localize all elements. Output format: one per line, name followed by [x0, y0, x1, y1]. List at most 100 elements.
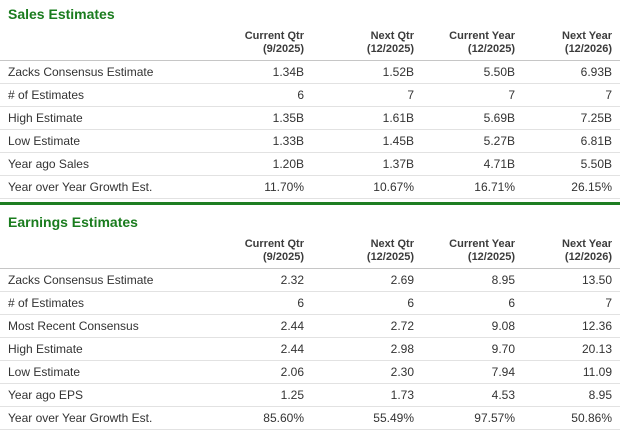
- cell-value: 12.36: [523, 314, 620, 338]
- table-row: Most Recent Consensus 2.44 2.72 9.08 12.36: [0, 314, 620, 338]
- cell-value: 7: [523, 291, 620, 315]
- cell-value: 8.95: [523, 383, 620, 407]
- row-label: High Estimate: [0, 106, 240, 130]
- cell-value: 1.45B: [312, 129, 422, 153]
- cell-value: 16.71%: [422, 175, 523, 199]
- cell-value: 5.27B: [422, 129, 523, 153]
- table-row: Year ago EPS 1.25 1.73 4.53 8.95: [0, 383, 620, 407]
- cell-value: 2.06: [240, 360, 312, 384]
- cell-value: 1.37B: [312, 152, 422, 176]
- earnings-estimates-table: Current Qtr (9/2025) Next Qtr (12/2025) Curr…: [0, 230, 620, 430]
- cell-value: 9.08: [422, 314, 523, 338]
- column-header-label: Current Qtr: [244, 30, 304, 42]
- row-label: High Estimate: [0, 337, 240, 361]
- cell-value: 6: [422, 291, 523, 315]
- column-header-label: Current Qtr: [244, 238, 304, 250]
- cell-value: 7.94: [422, 360, 523, 384]
- column-header-period: (12/2025): [366, 251, 414, 263]
- estimates-page: Sales Estimates Current Qtr (9/2025) Next …: [0, 6, 620, 430]
- column-header-label: Next Year: [562, 238, 612, 250]
- row-label: Zacks Consensus Estimate: [0, 60, 240, 84]
- row-label: Zacks Consensus Estimate: [0, 268, 240, 292]
- column-header: Current Qtr (9/2025): [240, 230, 312, 269]
- cell-value: 7: [523, 83, 620, 107]
- column-header-period: (12/2025): [467, 43, 515, 55]
- table-row: Low Estimate 2.06 2.30 7.94 11.09: [0, 360, 620, 384]
- cell-value: 6: [312, 291, 422, 315]
- section-divider: [0, 202, 620, 205]
- cell-value: 5.50B: [523, 152, 620, 176]
- column-header-period: (12/2026): [564, 43, 612, 55]
- sales-estimates-title: Sales Estimates: [8, 6, 115, 22]
- cell-value: 7: [422, 83, 523, 107]
- table-row: High Estimate 2.44 2.98 9.70 20.13: [0, 337, 620, 361]
- table-row: Year over Year Growth Est. 85.60% 55.49% 97…: [0, 406, 620, 430]
- column-header: Current Qtr (9/2025): [240, 22, 312, 61]
- cell-value: 26.15%: [523, 175, 620, 199]
- cell-value: 2.44: [240, 314, 312, 338]
- cell-value: 9.70: [422, 337, 523, 361]
- column-header-label: Next Qtr: [370, 238, 414, 250]
- cell-value: 6.81B: [523, 129, 620, 153]
- cell-value: 2.44: [240, 337, 312, 361]
- cell-value: 6.93B: [523, 60, 620, 84]
- column-header-period: (12/2026): [564, 251, 612, 263]
- table-row: # of Estimates 6 6 6 7: [0, 291, 620, 315]
- cell-value: 1.52B: [312, 60, 422, 84]
- column-header-period: (9/2025): [263, 43, 304, 55]
- cell-value: 6: [240, 83, 312, 107]
- column-header-period: (12/2025): [467, 251, 515, 263]
- earnings-estimates-title: Earnings Estimates: [8, 214, 138, 230]
- cell-value: 2.32: [240, 268, 312, 292]
- cell-value: 5.69B: [422, 106, 523, 130]
- cell-value: 50.86%: [523, 406, 620, 430]
- cell-value: 1.73: [312, 383, 422, 407]
- cell-value: 10.67%: [312, 175, 422, 199]
- row-label: # of Estimates: [0, 291, 240, 315]
- column-header: Next Qtr (12/2025): [312, 230, 422, 269]
- cell-value: 1.33B: [240, 129, 312, 153]
- cell-value: 5.50B: [422, 60, 523, 84]
- row-label: Low Estimate: [0, 360, 240, 384]
- row-label: Year ago EPS: [0, 383, 240, 407]
- cell-value: 2.98: [312, 337, 422, 361]
- cell-value: 97.57%: [422, 406, 523, 430]
- column-header-label: Next Qtr: [370, 30, 414, 42]
- cell-value: 2.30: [312, 360, 422, 384]
- cell-value: 1.20B: [240, 152, 312, 176]
- column-header-label: Current Year: [449, 238, 515, 250]
- header-row: Current Qtr (9/2025) Next Qtr (12/2025) Curr…: [0, 230, 620, 269]
- column-header: Next Qtr (12/2025): [312, 22, 422, 61]
- sales-estimates-table: Current Qtr (9/2025) Next Qtr (12/2025) Curr…: [0, 22, 620, 199]
- cell-value: 11.09: [523, 360, 620, 384]
- cell-value: 1.61B: [312, 106, 422, 130]
- cell-value: 4.53: [422, 383, 523, 407]
- column-header: Next Year (12/2026): [523, 22, 620, 61]
- column-header-blank: [0, 230, 240, 269]
- column-header-label: Next Year: [562, 30, 612, 42]
- row-label: Year over Year Growth Est.: [0, 406, 240, 430]
- cell-value: 55.49%: [312, 406, 422, 430]
- cell-value: 2.72: [312, 314, 422, 338]
- cell-value: 2.69: [312, 268, 422, 292]
- cell-value: 1.34B: [240, 60, 312, 84]
- row-label: Year ago Sales: [0, 152, 240, 176]
- cell-value: 8.95: [422, 268, 523, 292]
- header-row: Current Qtr (9/2025) Next Qtr (12/2025) Curr…: [0, 22, 620, 61]
- cell-value: 1.35B: [240, 106, 312, 130]
- table-row: Zacks Consensus Estimate 1.34B 1.52B 5.50B 6…: [0, 60, 620, 84]
- row-label: Year over Year Growth Est.: [0, 175, 240, 199]
- column-header-label: Current Year: [449, 30, 515, 42]
- column-header-period: (12/2025): [366, 43, 414, 55]
- row-label: # of Estimates: [0, 83, 240, 107]
- cell-value: 7.25B: [523, 106, 620, 130]
- cell-value: 4.71B: [422, 152, 523, 176]
- cell-value: 7: [312, 83, 422, 107]
- table-row: High Estimate 1.35B 1.61B 5.69B 7.25B: [0, 106, 620, 130]
- cell-value: 85.60%: [240, 406, 312, 430]
- column-header-blank: [0, 22, 240, 61]
- table-row: Year ago Sales 1.20B 1.37B 4.71B 5.50B: [0, 152, 620, 176]
- row-label: Most Recent Consensus: [0, 314, 240, 338]
- earnings-estimates-section: Earnings Estimates Current Qtr (9/2025) Ne…: [0, 214, 620, 430]
- sales-estimates-section: Sales Estimates Current Qtr (9/2025) Next …: [0, 6, 620, 199]
